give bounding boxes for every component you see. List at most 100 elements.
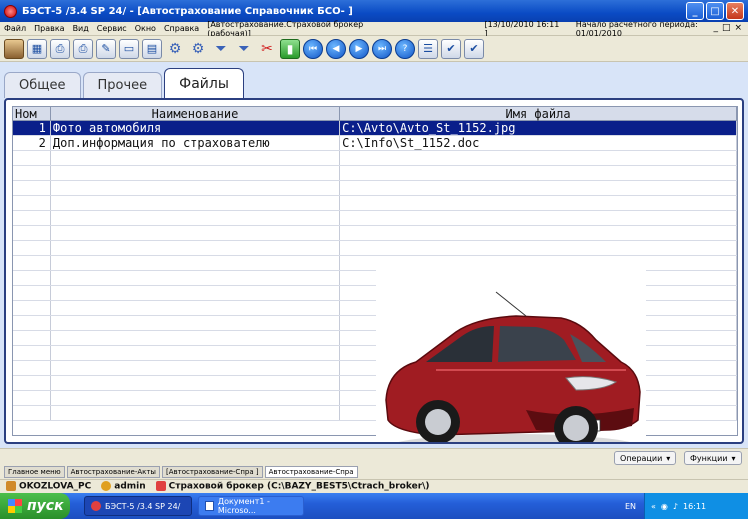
status-computer-text: OKOZLOVA_PC (19, 481, 92, 492)
mdi-minimize-button[interactable]: _ (713, 23, 718, 33)
menu-view[interactable]: Вид (69, 24, 93, 33)
mdi-close-button[interactable]: × (734, 23, 742, 33)
gear-icon[interactable]: ⚙ (165, 39, 185, 59)
list-icon[interactable]: ☰ (418, 38, 438, 59)
row-name: Фото автомобиля (51, 121, 341, 135)
column-header-num[interactable]: Ном (13, 107, 51, 121)
row-num: 2 (13, 136, 51, 150)
empty-row[interactable] (13, 151, 737, 166)
row-file: C:\Avto\Avto_St_1152.jpg (340, 121, 737, 135)
row-name: Доп.информация по страхователю (51, 136, 341, 150)
column-header-file[interactable]: Имя файла (340, 107, 737, 121)
taskbar: пуск БЭСТ-5 /3.4 SP 24/ Документ1 - Micr… (0, 493, 748, 519)
toolbar: ▦ ⎙ ⎙ ✎ ▭ ▤ ⚙ ⚙ ⏷ ⏷ ✂ ▮ ⏮ ◀ ▶ ⏭ ? ☰ ✔ ✔ (0, 36, 748, 62)
empty-row[interactable] (13, 181, 737, 196)
next-record-icon[interactable]: ▶ (349, 38, 369, 59)
taskbar-item-word[interactable]: Документ1 - Microso... (198, 496, 304, 516)
files-panel: Ном Наименование Имя файла 1 Фото автомо… (4, 98, 744, 444)
chevron-left-icon[interactable]: « (651, 502, 656, 511)
taskbar-item-best5[interactable]: БЭСТ-5 /3.4 SP 24/ (84, 496, 192, 516)
tab-files[interactable]: Файлы (164, 68, 244, 98)
window-tab-reference-1[interactable]: [Автострахование-Спра ] (161, 466, 263, 478)
filter-dropdown-icon[interactable]: ⏷ (234, 39, 254, 59)
system-tray: EN « ◉ ♪ 16:11 (625, 493, 748, 519)
car-photo-preview: 206 (376, 270, 646, 442)
start-button[interactable]: пуск (0, 493, 70, 519)
window-icon[interactable]: ▭ (119, 38, 139, 59)
window-tabs: Главное меню Автострахование-Акты [Автос… (0, 466, 748, 479)
empty-row[interactable] (13, 196, 737, 211)
empty-row[interactable] (13, 256, 737, 271)
menu-bar: Файл Правка Вид Сервис Окно Справка [Авт… (0, 19, 748, 38)
functions-label: Функции (690, 453, 728, 463)
main-area: Общее Прочее Файлы Ном Наименование Имя … (0, 62, 748, 448)
chevron-down-icon: ▾ (731, 453, 736, 463)
menu-edit[interactable]: Правка (30, 24, 68, 33)
row-num: 1 (13, 121, 51, 135)
volume-icon[interactable]: ♪ (673, 502, 678, 511)
clock[interactable]: 16:11 (683, 502, 706, 511)
window-tab-main-menu[interactable]: Главное меню (4, 466, 65, 478)
tab-bar: Общее Прочее Файлы (4, 68, 246, 98)
empty-row[interactable] (13, 166, 737, 181)
empty-row[interactable] (13, 226, 737, 241)
edit-icon[interactable]: ✎ (96, 38, 116, 59)
document-icon (205, 501, 214, 511)
gears-icon[interactable]: ⚙ (188, 39, 208, 59)
last-record-icon[interactable]: ⏭ (372, 38, 392, 59)
export-icon[interactable]: ▤ (142, 38, 162, 59)
network-icon[interactable]: ◉ (661, 502, 668, 511)
menu-context: [Автострахование.Страховой брокер (рабоч… (207, 19, 364, 38)
chart-icon[interactable]: ▮ (280, 38, 300, 59)
menu-file[interactable]: Файл (0, 24, 30, 33)
minimize-button[interactable]: _ (686, 2, 704, 20)
close-button[interactable]: ✕ (726, 2, 744, 20)
filter-icon[interactable]: ⏷ (211, 39, 231, 59)
first-record-icon[interactable]: ⏮ (303, 38, 323, 59)
empty-row[interactable] (13, 211, 737, 226)
menu-service[interactable]: Сервис (93, 24, 131, 33)
check-all-icon[interactable]: ✔ (464, 38, 484, 59)
start-label: пуск (27, 498, 64, 514)
chevron-down-icon: ▾ (666, 453, 671, 463)
maximize-button[interactable]: □ (706, 2, 724, 20)
menu-help[interactable]: Справка (160, 24, 203, 33)
user-icon (101, 481, 112, 492)
row-file: C:\Info\St_1152.doc (340, 136, 737, 150)
print-icon[interactable]: ⎙ (50, 38, 70, 59)
status-computer: OKOZLOVA_PC (6, 481, 91, 492)
table-row[interactable]: 1 Фото автомобиля C:\Avto\Avto_St_1152.j… (13, 121, 737, 136)
status-user-text: admin (114, 481, 146, 492)
status-bar: OKOZLOVA_PC admin Страховой брокер (C:\B… (0, 479, 748, 493)
menu-window[interactable]: Окно (131, 24, 160, 33)
window-tab-reference-2[interactable]: Автострахование-Спра (264, 466, 358, 478)
operations-dropdown[interactable]: Операции ▾ (614, 451, 677, 465)
operations-label: Операции (620, 453, 663, 463)
check-icon[interactable]: ✔ (441, 38, 461, 59)
tab-other[interactable]: Прочее (82, 72, 163, 98)
column-header-name[interactable]: Наименование (51, 107, 341, 121)
status-db: Страховой брокер (C:\BAZY_BEST5\Ctrach_b… (155, 481, 430, 492)
table-icon[interactable]: ▦ (27, 38, 47, 59)
tab-general[interactable]: Общее (4, 72, 81, 98)
taskbar-item-label: БЭСТ-5 /3.4 SP 24/ (105, 501, 181, 511)
functions-dropdown[interactable]: Функции ▾ (684, 451, 742, 465)
status-db-text: Страховой брокер (C:\BAZY_BEST5\Ctrach_b… (168, 481, 430, 492)
bottom-bar: Операции ▾ Функции ▾ (0, 448, 748, 466)
empty-row[interactable] (13, 241, 737, 256)
cut-icon[interactable]: ✂ (257, 39, 277, 59)
help-icon[interactable]: ? (395, 38, 415, 59)
language-indicator[interactable]: EN (625, 502, 636, 511)
book-icon[interactable] (4, 38, 24, 59)
windows-logo-icon (8, 499, 22, 513)
table-row[interactable]: 2 Доп.информация по страхователю C:\Info… (13, 136, 737, 151)
menu-date: [13/10/2010 16:11 ] (484, 19, 560, 38)
print-preview-icon[interactable]: ⎙ (73, 38, 93, 59)
mdi-restore-button[interactable]: □ (722, 23, 731, 33)
window-tab-acts[interactable]: Автострахование-Акты (66, 466, 160, 478)
status-user: admin (101, 481, 146, 492)
taskbar-item-label: Документ1 - Microso... (217, 497, 270, 515)
prev-record-icon[interactable]: ◀ (326, 38, 346, 59)
app-icon[interactable] (4, 4, 17, 18)
window-title: БЭСТ-5 /3.4 SP 24/ - [Автострахование Сп… (22, 5, 353, 17)
